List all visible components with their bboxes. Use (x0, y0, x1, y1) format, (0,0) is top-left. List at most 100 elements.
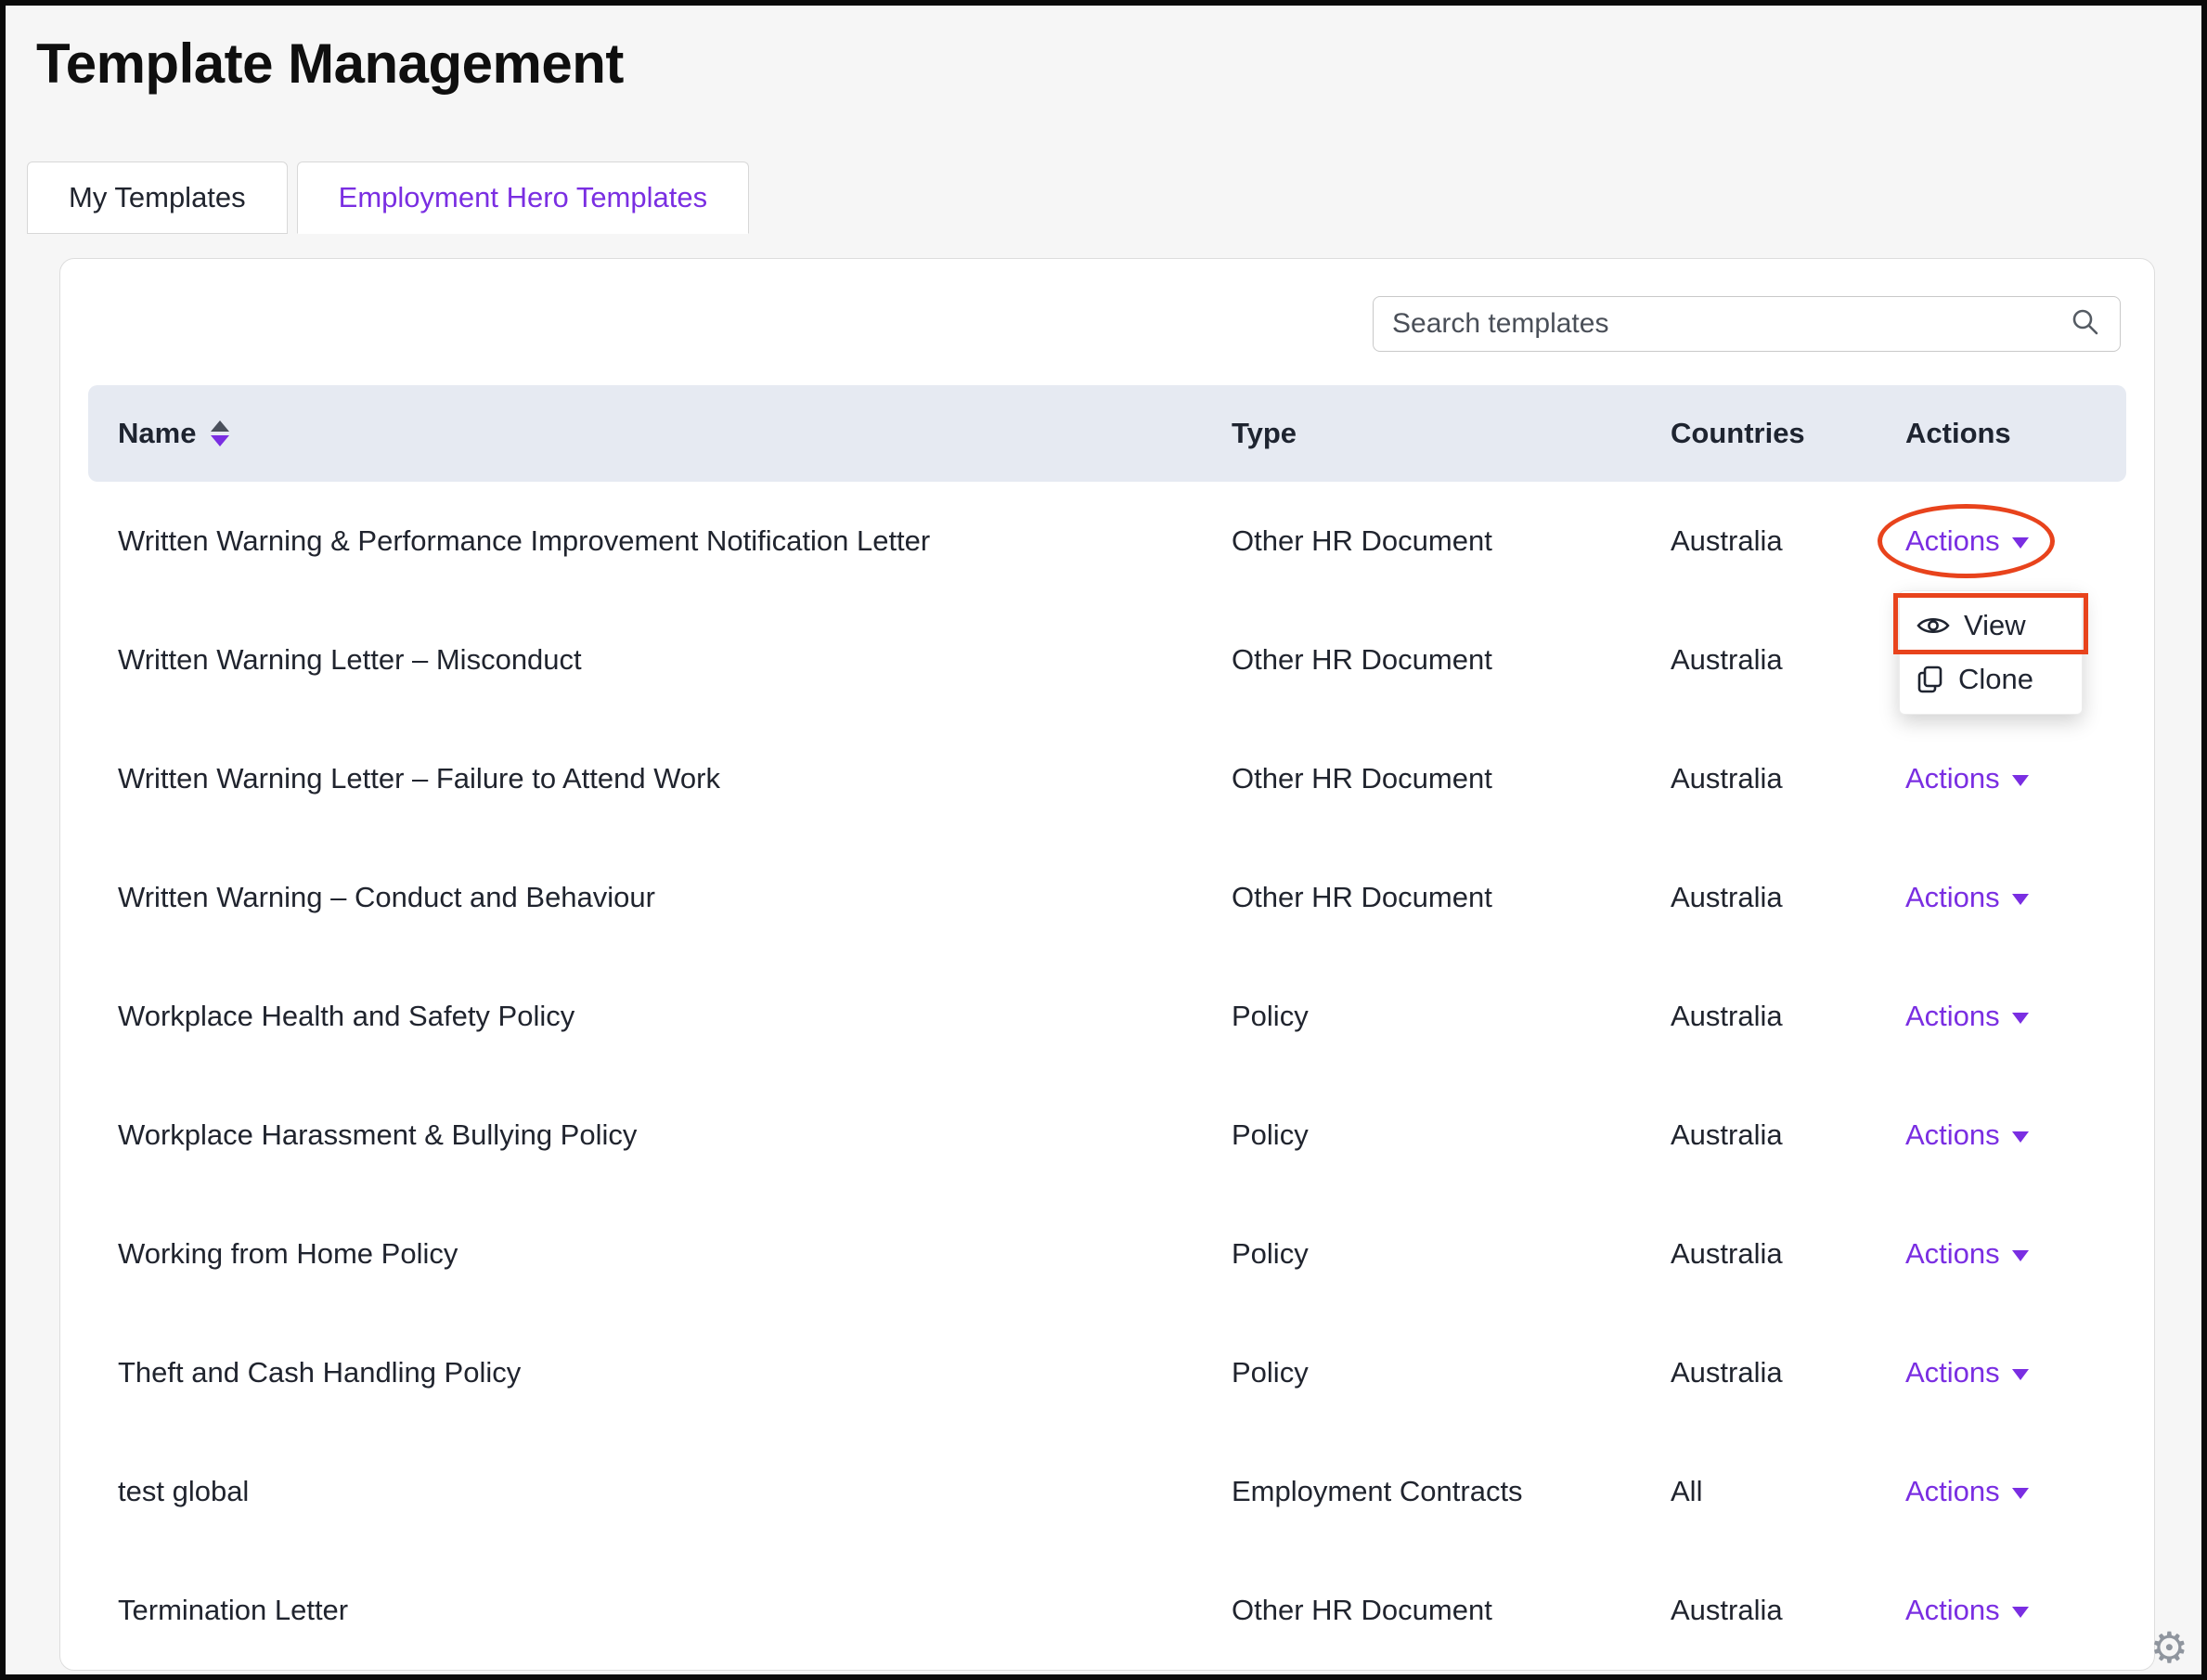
template-type: Other HR Document (1232, 643, 1671, 677)
tab-bar: My Templates Employment Hero Templates (27, 162, 749, 234)
actions-button[interactable]: Actions (1905, 524, 2029, 558)
actions-button-label: Actions (1905, 1237, 2000, 1271)
actions-cell: Actions (1905, 1237, 2126, 1271)
actions-button-label: Actions (1905, 1475, 2000, 1508)
template-countries: Australia (1671, 1356, 1905, 1389)
table-row: test global Employment Contracts All Act… (88, 1432, 2126, 1551)
template-countries: Australia (1671, 1594, 1905, 1627)
tab-employment-hero-templates[interactable]: Employment Hero Templates (297, 162, 749, 234)
menu-item-clone-label: Clone (1958, 663, 2033, 696)
clone-icon (1917, 665, 1944, 694)
table-row: Written Warning Letter – Failure to Atte… (88, 719, 2126, 838)
actions-button[interactable]: Actions (1905, 881, 2029, 914)
gear-icon[interactable]: ⚙ (2150, 1626, 2188, 1669)
actions-button-label: Actions (1905, 524, 2000, 558)
menu-item-view[interactable]: View (1900, 599, 2082, 653)
table-row: Written Warning & Performance Improvemen… (88, 482, 2126, 601)
template-name: Written Warning Letter – Misconduct (88, 643, 1232, 677)
chevron-down-icon (2012, 894, 2029, 905)
template-type: Other HR Document (1232, 524, 1671, 558)
sort-up-icon (211, 420, 229, 432)
templates-table: Name Type Countries Actions Written Warn… (88, 385, 2126, 1670)
template-type: Policy (1232, 1237, 1671, 1271)
actions-cell: Actions (1905, 1594, 2126, 1627)
actions-button[interactable]: Actions (1905, 1118, 2029, 1152)
search-icon (2070, 306, 2101, 342)
actions-button[interactable]: Actions (1905, 1000, 2029, 1033)
actions-button-label: Actions (1905, 881, 2000, 914)
table-row: Written Warning – Conduct and Behaviour … (88, 838, 2126, 957)
actions-button[interactable]: Actions (1905, 1594, 2029, 1627)
template-countries: Australia (1671, 1000, 1905, 1033)
tab-my-templates[interactable]: My Templates (27, 162, 288, 234)
template-type: Other HR Document (1232, 881, 1671, 914)
template-type: Employment Contracts (1232, 1475, 1671, 1508)
actions-button-label: Actions (1905, 1000, 2000, 1033)
eye-icon (1917, 614, 1950, 638)
template-type: Policy (1232, 1118, 1671, 1152)
column-header-name[interactable]: Name (88, 417, 1232, 450)
template-type: Other HR Document (1232, 1594, 1671, 1627)
table-row: Working from Home Policy Policy Australi… (88, 1195, 2126, 1313)
templates-panel: Name Type Countries Actions Written Warn… (59, 258, 2155, 1671)
menu-item-clone[interactable]: Clone (1900, 653, 2082, 706)
table-row: Theft and Cash Handling Policy Policy Au… (88, 1313, 2126, 1432)
template-name: Workplace Health and Safety Policy (88, 1000, 1232, 1033)
column-header-type: Type (1232, 417, 1671, 450)
template-name: Working from Home Policy (88, 1237, 1232, 1271)
search-box (1373, 296, 2121, 352)
table-row: Workplace Harassment & Bullying Policy P… (88, 1076, 2126, 1195)
template-countries: Australia (1671, 1237, 1905, 1271)
actions-button-label: Actions (1905, 762, 2000, 795)
table-row: Written Warning Letter – Misconduct Othe… (88, 601, 2126, 719)
sort-icon[interactable] (211, 420, 229, 446)
table-body: Written Warning & Performance Improvemen… (88, 482, 2126, 1670)
chevron-down-icon (2012, 1369, 2029, 1380)
chevron-down-icon (2012, 775, 2029, 786)
column-header-name-label: Name (118, 417, 196, 450)
actions-button[interactable]: Actions (1905, 762, 2029, 795)
actions-cell: Actions (1905, 762, 2126, 795)
actions-button-label: Actions (1905, 1118, 2000, 1152)
template-name: Written Warning – Conduct and Behaviour (88, 881, 1232, 914)
table-row: Workplace Health and Safety Policy Polic… (88, 957, 2126, 1076)
template-type: Policy (1232, 1000, 1671, 1033)
template-name: Workplace Harassment & Bullying Policy (88, 1118, 1232, 1152)
actions-button-label: Actions (1905, 1594, 2000, 1627)
actions-cell: Actions (1905, 881, 2126, 914)
actions-button-label: Actions (1905, 1356, 2000, 1389)
actions-button[interactable]: Actions (1905, 1475, 2029, 1508)
actions-cell: Actions (1905, 1475, 2126, 1508)
chevron-down-icon (2012, 1250, 2029, 1261)
app-window: Template Management My Templates Employm… (0, 0, 2207, 1680)
template-name: test global (88, 1475, 1232, 1508)
actions-cell: Actions (1905, 1118, 2126, 1152)
table-row: Termination Letter Other HR Document Aus… (88, 1551, 2126, 1670)
template-countries: Australia (1671, 643, 1905, 677)
template-countries: Australia (1671, 762, 1905, 795)
template-countries: All (1671, 1475, 1905, 1508)
actions-button[interactable]: Actions (1905, 1237, 2029, 1271)
chevron-down-icon (2012, 1607, 2029, 1618)
actions-cell: Actions (1905, 1356, 2126, 1389)
template-type: Other HR Document (1232, 762, 1671, 795)
template-type: Policy (1232, 1356, 1671, 1389)
search-input[interactable] (1392, 308, 2070, 340)
actions-dropdown-menu: View Clone (1899, 590, 2083, 715)
menu-item-view-label: View (1964, 609, 2026, 642)
column-header-countries: Countries (1671, 417, 1905, 450)
template-name: Theft and Cash Handling Policy (88, 1356, 1232, 1389)
page-title: Template Management (36, 32, 624, 96)
template-countries: Australia (1671, 524, 1905, 558)
column-header-actions: Actions (1905, 417, 2126, 450)
actions-cell: Actions (1905, 1000, 2126, 1033)
chevron-down-icon (2012, 1131, 2029, 1143)
template-name: Written Warning Letter – Failure to Atte… (88, 762, 1232, 795)
chevron-down-icon (2012, 1013, 2029, 1024)
template-name: Termination Letter (88, 1594, 1232, 1627)
template-countries: Australia (1671, 881, 1905, 914)
chevron-down-icon (2012, 537, 2029, 549)
actions-button[interactable]: Actions (1905, 1356, 2029, 1389)
template-countries: Australia (1671, 1118, 1905, 1152)
chevron-down-icon (2012, 1488, 2029, 1499)
